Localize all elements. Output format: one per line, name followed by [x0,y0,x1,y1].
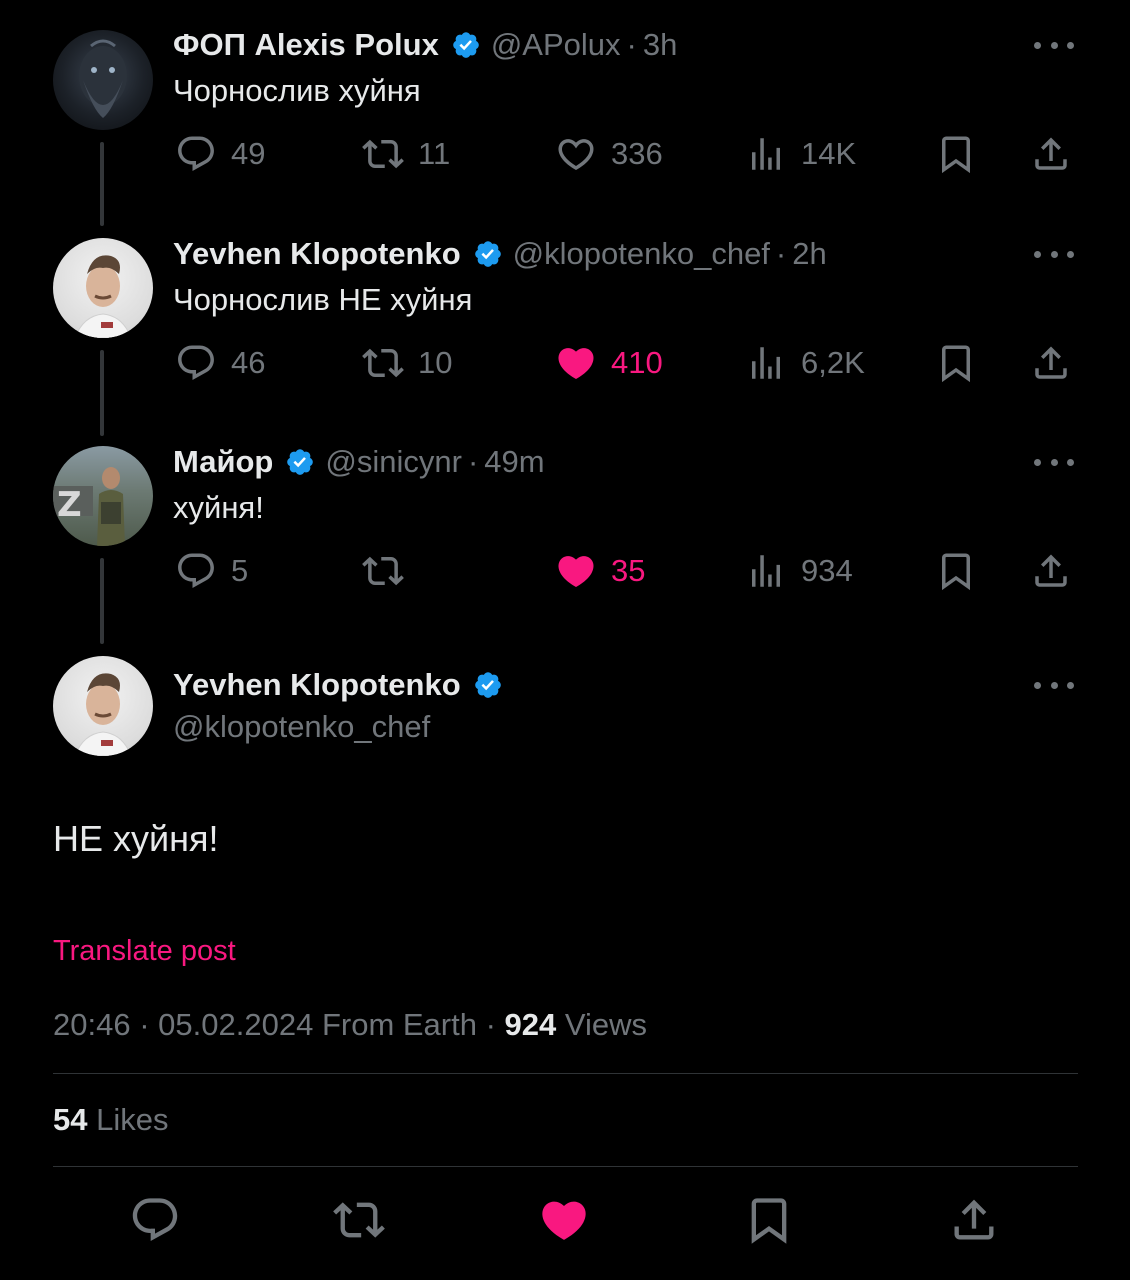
repost-button[interactable]: 10 [362,342,452,384]
views-count: 6,2K [801,345,865,380]
like-icon [555,133,597,175]
thread-line [100,142,104,226]
like-button[interactable]: 410 [555,342,663,384]
views-icon [745,342,787,384]
share-icon[interactable] [948,1194,1000,1246]
tweet-text: Чорнослив НЕ хуйня [173,282,473,317]
share-icon[interactable] [1030,342,1072,384]
reply-button[interactable]: 5 [175,550,248,592]
separator: · [467,444,479,479]
views-count: 14K [801,136,857,171]
post-time[interactable]: 49m [484,444,544,480]
divider [53,1073,1078,1074]
author-handle[interactable]: @klopotenko_chef [173,709,430,745]
bookmark-icon[interactable] [935,133,977,175]
like-filled-icon [555,550,597,592]
reply-icon [175,550,217,592]
post-time[interactable]: 2h [792,236,826,272]
likes-label: Likes [96,1102,169,1137]
thread-line [100,350,104,436]
verified-badge-icon [473,670,503,700]
repost-count: 10 [418,345,453,380]
separator: · [139,1007,150,1042]
divider [53,1166,1078,1167]
like-count: 410 [611,345,663,380]
share-icon[interactable] [1030,550,1072,592]
repost-icon [362,550,404,592]
author-handle[interactable]: @klopotenko_chef [513,236,770,272]
share-icon[interactable] [1030,133,1072,175]
reply-count: 46 [231,345,266,380]
like-filled-icon [555,342,597,384]
views-button[interactable]: 6,2K [745,342,865,384]
post-time[interactable]: 3h [643,27,677,63]
bookmark-icon[interactable] [935,342,977,384]
repost-button[interactable] [362,550,418,592]
verified-badge-icon [473,239,503,269]
views-button[interactable]: 934 [745,550,853,592]
like-filled-icon[interactable] [538,1194,590,1246]
separator: · [485,1007,496,1042]
views-icon [745,550,787,592]
author-handle[interactable]: @sinicynr [325,444,462,480]
tweet-header: Майор @sinicynr · 49m [173,444,545,480]
likes-summary[interactable]: 54 Likes [53,1102,168,1138]
like-count: 336 [611,136,663,171]
separator: · [626,27,637,62]
tweet-header: Yevhen Klopotenko @klopotenko_chef · 2h [173,236,827,272]
verified-badge-icon [285,447,315,477]
reply-button[interactable]: 49 [175,133,265,175]
more-options-icon[interactable] [1034,452,1074,472]
svg-text:Z: Z [57,485,82,525]
separator: · [775,236,787,271]
likes-count: 54 [53,1102,88,1137]
views-icon [745,133,787,175]
repost-icon [362,133,404,175]
post-date[interactable]: 05.02.2024 [158,1007,313,1042]
reply-icon [175,133,217,175]
post-time[interactable]: 20:46 [53,1007,131,1042]
avatar[interactable] [53,656,153,756]
avatar[interactable] [53,238,153,338]
bookmark-icon[interactable] [935,550,977,592]
like-count: 35 [611,553,646,588]
avatar[interactable]: Z [53,446,153,546]
reply-icon[interactable] [129,1194,181,1246]
more-options-icon[interactable] [1034,35,1074,55]
repost-icon [362,342,404,384]
like-button[interactable]: 336 [555,133,663,175]
verified-badge-icon [451,30,481,60]
tweet-header: ФОП Alexis Polux @APolux · 3h [173,27,677,63]
repost-count: 11 [418,136,451,171]
repost-icon[interactable] [333,1194,385,1246]
views-button[interactable]: 14K [745,133,856,175]
main-tweet-text: НЕ хуйня! [53,818,219,859]
views-count: 934 [801,553,853,588]
views-label: Views [564,1007,648,1042]
post-meta: 20:46 · 05.02.2024 From Earth · 924 View… [53,1007,647,1043]
like-button[interactable]: 35 [555,550,645,592]
reply-count: 5 [231,553,249,588]
reply-count: 49 [231,136,266,171]
repost-button[interactable]: 11 [362,133,450,175]
main-tweet-header: Yevhen Klopotenko [173,667,513,703]
more-options-icon[interactable] [1034,675,1074,695]
more-options-icon[interactable] [1034,244,1074,264]
translate-post-link[interactable]: Translate post [53,934,236,968]
tweet-text: Чорнослив хуйня [173,73,421,108]
reply-icon [175,342,217,384]
author-name[interactable]: Yevhen Klopotenko [173,236,461,272]
bookmark-icon[interactable] [743,1194,795,1246]
post-source: From Earth [321,1007,477,1042]
avatar[interactable] [53,30,153,130]
author-handle[interactable]: @APolux [491,27,621,63]
views-count: 924 [504,1007,557,1042]
author-name[interactable]: Yevhen Klopotenko [173,667,461,703]
thread-line [100,558,104,644]
reply-button[interactable]: 46 [175,342,265,384]
author-name[interactable]: Майор [173,444,273,480]
tweet-text: хуйня! [173,490,264,525]
author-name[interactable]: ФОП Alexis Polux [173,27,439,63]
